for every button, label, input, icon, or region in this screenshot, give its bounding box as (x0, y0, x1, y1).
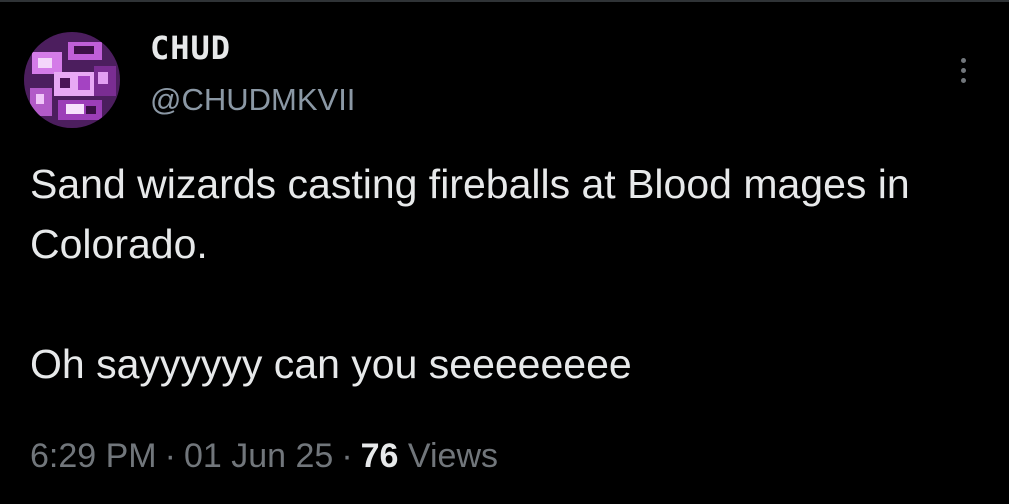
display-name[interactable]: CHUD (150, 30, 231, 66)
more-dot (960, 57, 966, 63)
more-dot (960, 67, 966, 73)
tweet-time[interactable]: 6:29 PM (30, 437, 157, 475)
more-vertical-icon[interactable] (948, 50, 978, 90)
avatar[interactable] (24, 32, 120, 128)
top-divider (0, 0, 1009, 2)
tweet-date[interactable]: 01 Jun 25 (184, 437, 333, 475)
meta-separator: · (341, 437, 353, 475)
views-count[interactable]: 76 (361, 437, 399, 475)
tweet-meta: 6:29 PM · 01 Jun 25 · 76 Views (30, 432, 498, 480)
more-dot (960, 77, 966, 83)
user-handle[interactable]: @CHUDMKVII (150, 82, 355, 118)
tweet-text-line: Oh sayyyyyy can you seeeeeeee (30, 341, 632, 387)
tweet-text: Sand wizards casting fireballs at Blood … (30, 154, 970, 394)
tweet-text-line: Sand wizards casting fireballs at Blood … (30, 161, 910, 267)
meta-separator: · (164, 437, 176, 475)
views-label: Views (407, 437, 499, 475)
